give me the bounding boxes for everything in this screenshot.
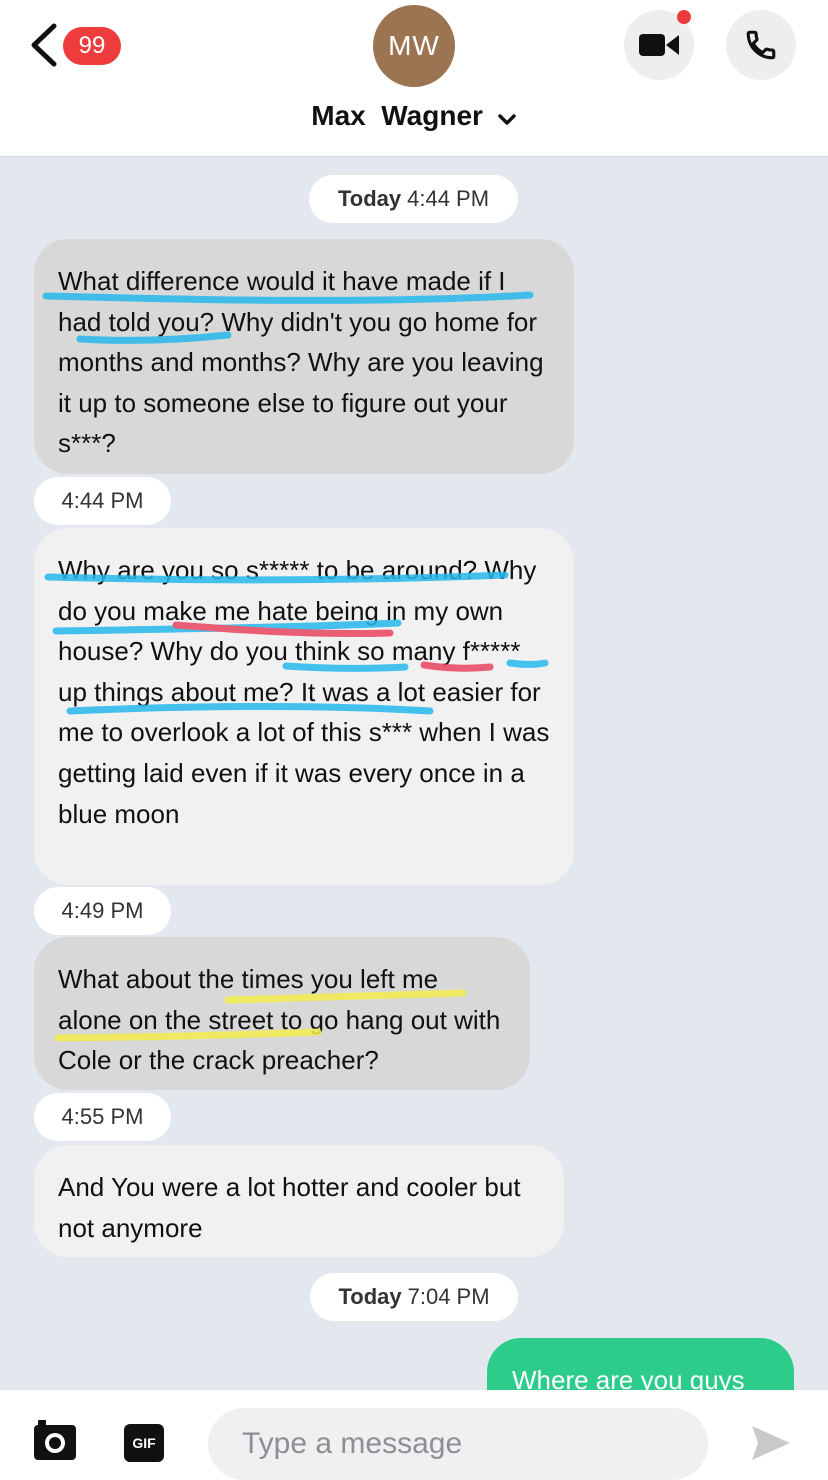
contact-name-button[interactable]: Max Wagner (0, 100, 828, 134)
chevron-left-icon (31, 23, 57, 67)
message-thread[interactable]: Today 4:44 PM What difference would it ha… (0, 157, 828, 1390)
outgoing-message[interactable]: Where are you guys (487, 1338, 794, 1390)
message-text: What about the times you left me alone o… (58, 964, 501, 1076)
incoming-message[interactable]: And You were a lot hotter and cooler but… (34, 1145, 564, 1257)
incoming-message[interactable]: What difference would it have made if I … (34, 239, 574, 474)
contact-avatar[interactable]: MW (373, 5, 455, 87)
camera-icon (34, 1420, 76, 1460)
timestamp-pill: 4:49 PM (34, 887, 171, 935)
message-text: Why are you so s***** to be around? Why … (58, 555, 550, 829)
back-button[interactable] (26, 22, 66, 68)
send-button[interactable] (750, 1424, 792, 1467)
chevron-down-icon (497, 102, 517, 134)
unread-count-badge: 99 (63, 27, 121, 65)
timestamp-pill: Today 4:44 PM (309, 175, 518, 223)
contact-name: Max Wagner (311, 100, 483, 131)
camera-button[interactable] (34, 1420, 76, 1467)
timestamp-pill: Today 7:04 PM (310, 1273, 518, 1321)
incoming-message[interactable]: Why are you so s***** to be around? Why … (34, 528, 574, 885)
video-camera-icon (639, 34, 679, 56)
timestamp-pill: 4:55 PM (34, 1093, 171, 1141)
send-arrow-icon (752, 1426, 790, 1460)
incoming-message[interactable]: What about the times you left me alone o… (34, 937, 530, 1090)
message-text: Where are you guys (512, 1365, 745, 1390)
notification-dot (677, 10, 691, 24)
conversation-header: 99 MW Max Wagner (0, 0, 828, 157)
message-text: And You were a lot hotter and cooler but… (58, 1172, 521, 1243)
message-input[interactable] (208, 1408, 708, 1480)
phone-icon (746, 30, 776, 60)
gif-button[interactable]: GIF (124, 1424, 164, 1462)
message-text: What difference would it have made if I … (58, 266, 544, 459)
voice-call-button[interactable] (726, 10, 796, 80)
timestamp-pill: 4:44 PM (34, 477, 171, 525)
